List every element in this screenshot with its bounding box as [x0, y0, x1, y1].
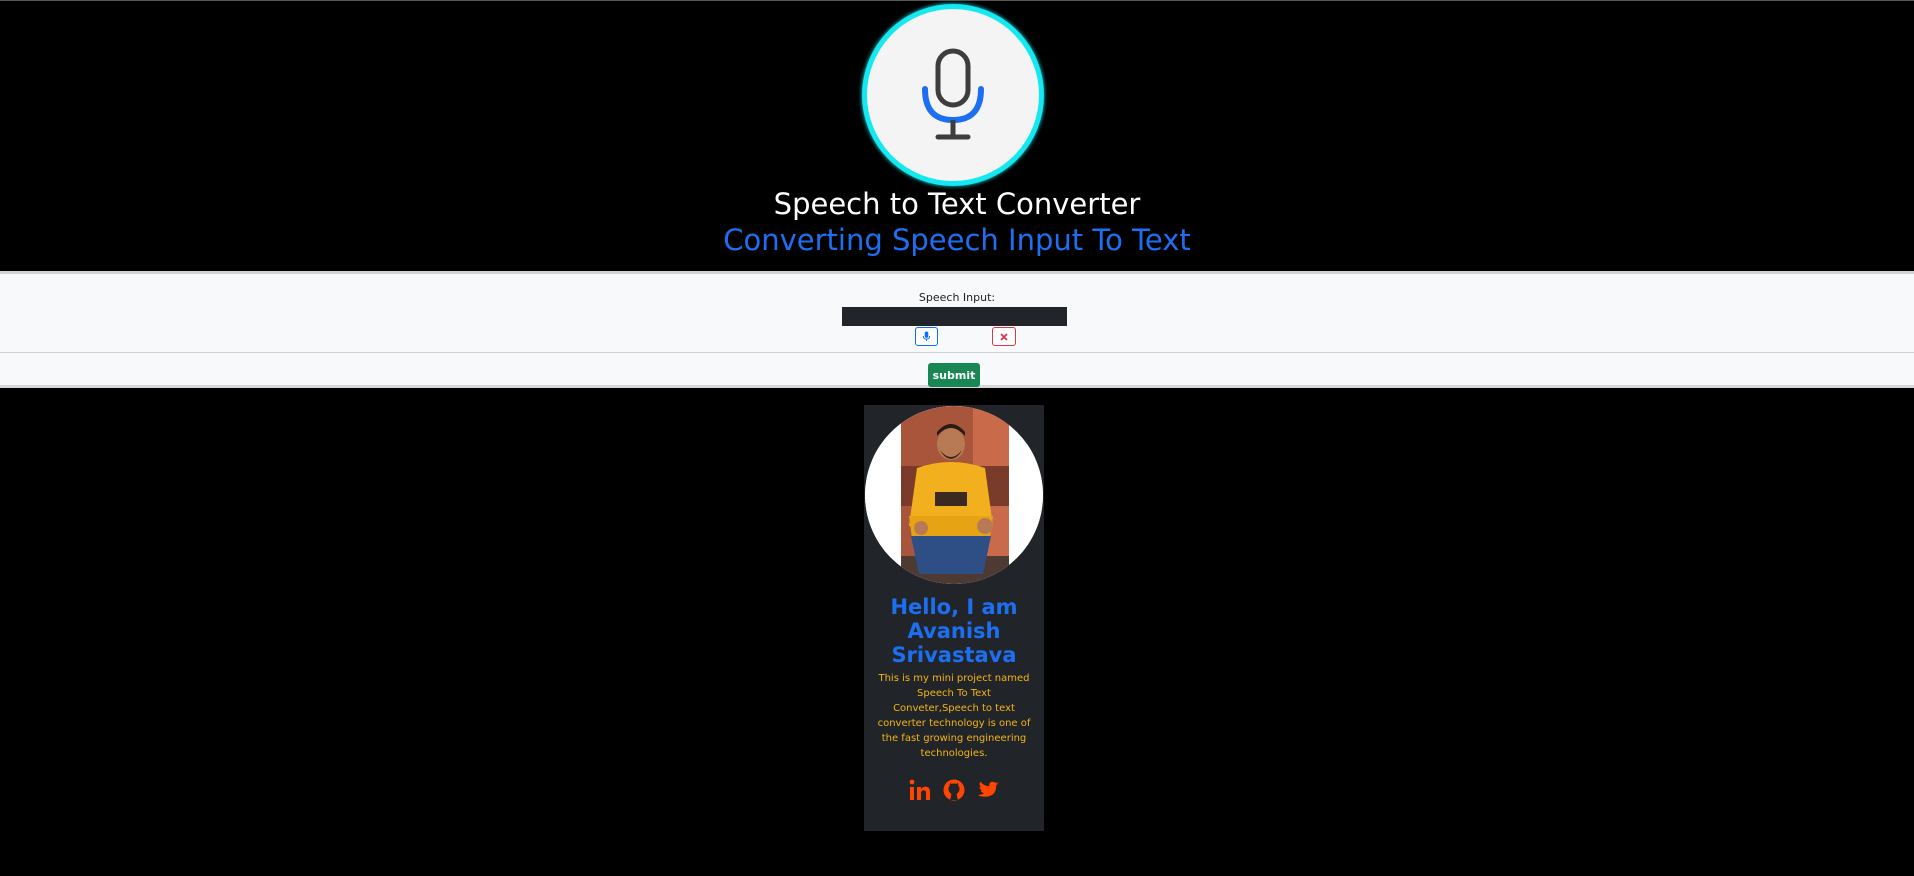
page-title: Speech to Text Converter	[773, 187, 1141, 221]
submit-button[interactable]: submit	[928, 363, 980, 387]
twitter-icon	[977, 781, 999, 797]
speech-form: Speech Input: submit	[0, 271, 1914, 388]
app-logo	[862, 4, 1044, 186]
profile-description: This is my mini project named Speech To …	[877, 673, 1031, 759]
microphone-icon	[922, 48, 984, 140]
microphone-icon	[922, 331, 931, 341]
page-subtitle: Converting Speech Input To Text	[723, 223, 1191, 257]
profile-greeting: Hello, I am Avanish Srivastava	[890, 595, 1018, 667]
profile-photo	[865, 406, 1043, 584]
header: Speech to Text Converter Converting Spee…	[0, 0, 1914, 270]
profile-card: Hello, I am Avanish Srivastava This is m…	[864, 405, 1044, 831]
start-recording-button[interactable]	[915, 327, 938, 346]
divider	[0, 352, 1914, 353]
avatar	[865, 406, 1043, 584]
close-icon	[1000, 332, 1008, 341]
twitter-link[interactable]	[975, 777, 1001, 803]
linkedin-icon	[909, 779, 930, 800]
page: Speech to Text Converter Converting Spee…	[0, 0, 1914, 876]
speech-input[interactable]	[842, 307, 1067, 326]
speech-input-label: Speech Input:	[918, 291, 996, 304]
github-link[interactable]	[941, 777, 967, 803]
social-links	[864, 777, 1044, 803]
linkedin-link[interactable]	[907, 777, 933, 803]
clear-button[interactable]	[992, 327, 1016, 346]
github-icon	[943, 779, 965, 801]
